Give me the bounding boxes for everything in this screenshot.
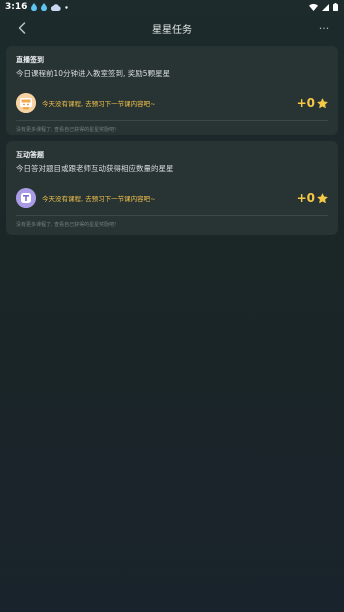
status-bar: 3:16 <box>0 0 344 14</box>
notification-drop-icon <box>31 3 38 11</box>
avatar <box>16 93 36 113</box>
signal-icon <box>322 3 329 11</box>
reward: +0 <box>297 96 328 110</box>
back-button[interactable] <box>12 18 32 38</box>
more-icon: ··· <box>318 21 330 35</box>
status-time: 3:16 <box>5 2 28 12</box>
star-icon <box>317 97 328 108</box>
nav-bar: 星星任务 ··· <box>0 14 344 42</box>
card-description: 今日答对题目或跟老师互动获得相应数量的星星 <box>16 164 174 173</box>
reward-value: +0 <box>296 191 315 205</box>
cloud-icon <box>51 3 62 11</box>
battery-icon <box>333 3 338 11</box>
reward: +0 <box>297 191 328 205</box>
star-icon <box>317 192 328 203</box>
footer-note: 没有更多课程了, 查看自己获得的星星奖励吧! <box>16 127 117 133</box>
task-card-interaction: 互动答题 今日答对题目或跟老师互动获得相应数量的星星 今天没有课程, 去预习下一… <box>6 141 338 235</box>
task-text: 今天没有课程, 去预习下一节课内容吧~ <box>42 100 156 108</box>
status-right <box>309 3 338 11</box>
teacher-avatar-icon <box>16 93 36 113</box>
card-title: 直播签到 <box>16 56 44 64</box>
notification-icons <box>31 3 69 11</box>
avatar <box>16 188 36 208</box>
interaction-avatar-icon <box>16 188 36 208</box>
divider <box>16 120 328 121</box>
task-left: 今天没有课程, 去预习下一节课内容吧~ <box>16 93 156 113</box>
card-description: 今日课程前10分钟进入教室签到, 奖励5颗星星 <box>16 69 171 78</box>
task-card-checkin: 直播签到 今日课程前10分钟进入教室签到, 奖励5颗星星 今天没有课程, 去预习… <box>6 46 338 135</box>
task-text: 今天没有课程, 去预习下一节课内容吧~ <box>42 195 156 203</box>
task-row[interactable]: 今天没有课程, 去预习下一节课内容吧~ +0 <box>16 93 328 113</box>
more-button[interactable]: ··· <box>314 18 334 38</box>
task-left: 今天没有课程, 去预习下一节课内容吧~ <box>16 188 156 208</box>
status-left: 3:16 <box>5 2 69 12</box>
notification-drop-icon-2 <box>41 3 48 11</box>
task-row[interactable]: 今天没有课程, 去预习下一节课内容吧~ +0 <box>16 188 328 208</box>
footer-note: 没有更多课程了, 查看自己获得的星星奖励吧! <box>16 222 117 228</box>
wifi-icon <box>309 3 318 11</box>
divider <box>16 215 328 216</box>
dot-icon <box>65 5 69 9</box>
chevron-left-icon <box>18 22 26 34</box>
page-title: 星星任务 <box>152 24 192 36</box>
card-title: 互动答题 <box>16 151 44 159</box>
reward-value: +0 <box>296 96 315 110</box>
